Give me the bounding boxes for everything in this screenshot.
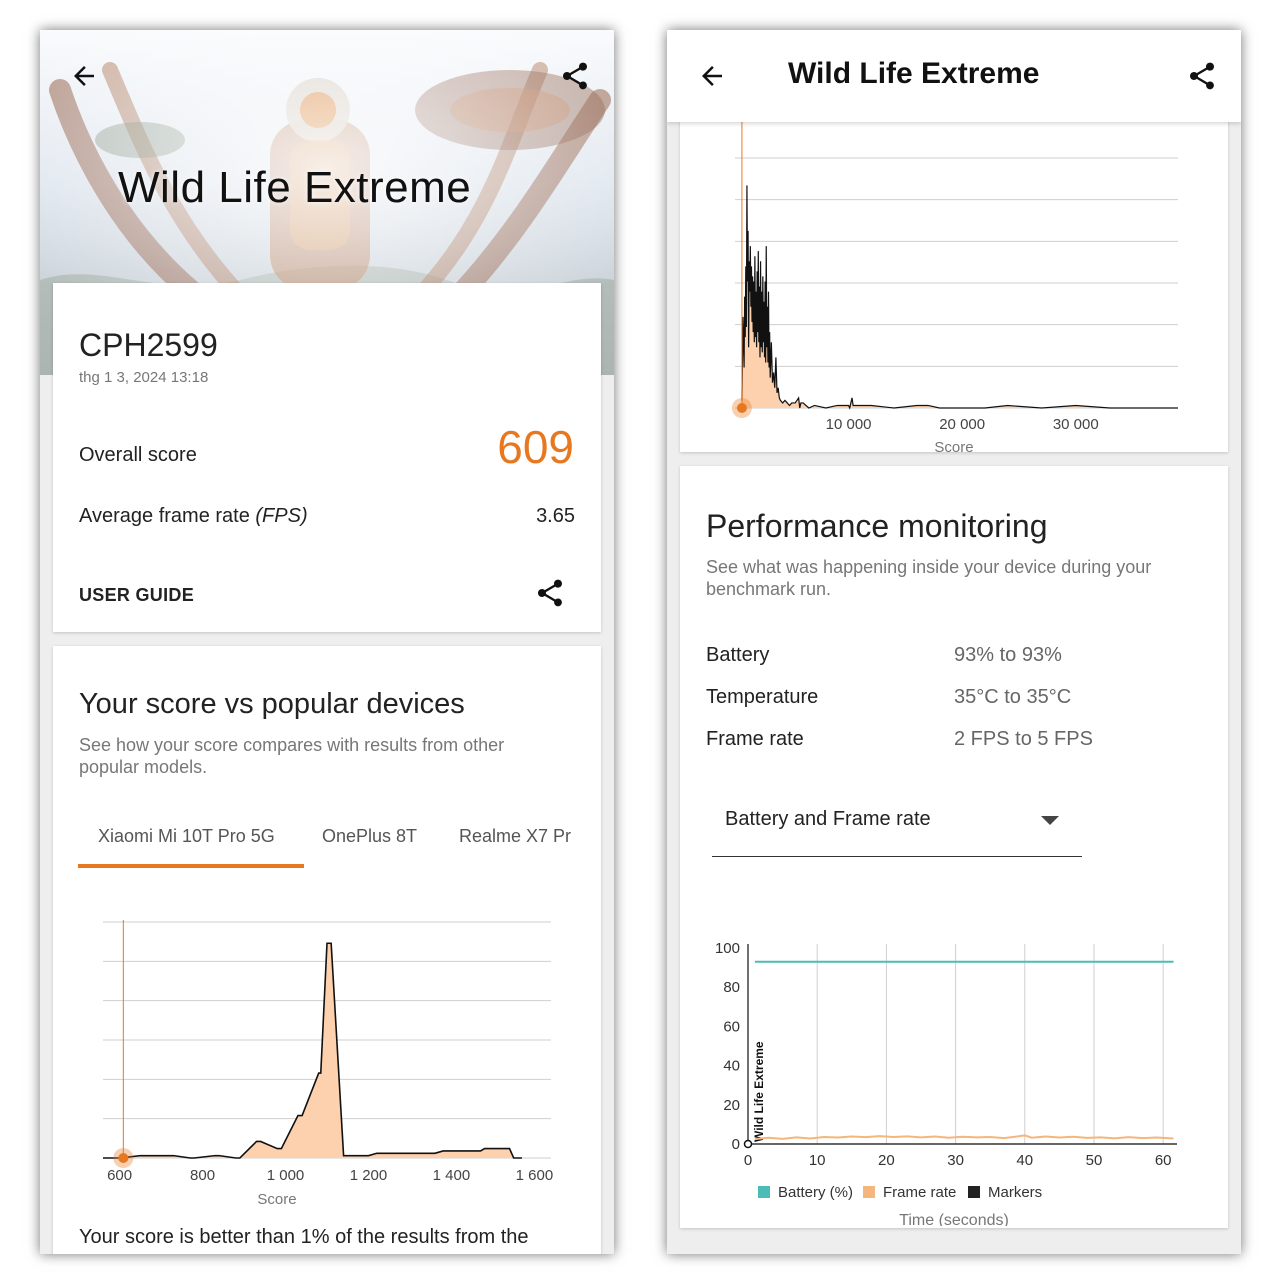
legend-label: Frame rate [883, 1184, 956, 1201]
x-tick-label: 1 400 [433, 1167, 471, 1184]
y-tick-label: 20 [723, 1097, 740, 1114]
compare-description: See how your score compares with results… [79, 735, 505, 777]
right-screen: Wild Life Extreme 10 000 20 000 30 000 Scor… [667, 30, 1241, 1254]
user-guide-link[interactable]: USER GUIDE [79, 585, 194, 606]
back-arrow-icon [74, 66, 94, 86]
share-icon [1190, 62, 1214, 90]
battery-label: Battery [706, 644, 770, 666]
legend-swatch [968, 1186, 980, 1198]
overall-score-value: 609 [497, 421, 574, 473]
dropdown-value: Battery and Frame rate [725, 808, 931, 830]
avg-fps-label: Average frame rate (FPS) [79, 505, 308, 528]
x-tick-label: 600 [107, 1167, 132, 1184]
hero-title: Wild Life Extreme [118, 163, 472, 212]
frame-rate-value: 2 FPS to 5 FPS [954, 728, 1093, 750]
x-axis-label: Time (seconds) [899, 1212, 1009, 1226]
distribution-area [103, 943, 522, 1158]
chart-type-dropdown[interactable]: Battery and Frame rate [712, 796, 1082, 857]
x-tick-label: 1 200 [350, 1167, 388, 1184]
start-marker [743, 1139, 753, 1149]
histogram-line [741, 185, 1178, 410]
tab-oneplus-8t[interactable]: OnePlus 8T [322, 826, 417, 847]
score-card: CPH2599 thg 1 3, 2024 13:18 Overall scor… [53, 283, 601, 632]
x-tick-label: 20 [878, 1152, 895, 1169]
x-tick-label: 10 000 [826, 416, 872, 433]
app-bar-title: Wild Life Extreme [788, 57, 1040, 90]
histogram-area [741, 185, 1178, 408]
score-distribution-chart: 600 800 1 000 1 200 1 400 1 600 Score [103, 920, 554, 1208]
compare-title: Your score vs popular devices [79, 688, 465, 720]
y-tick-label: 40 [723, 1058, 740, 1075]
back-arrow-icon [702, 66, 722, 86]
share-icon [563, 62, 587, 90]
battery-value: 93% to 93% [954, 644, 1062, 666]
tab-realme-x7-pro[interactable]: Realme X7 Pr [459, 826, 571, 847]
x-tick-label: 1 600 [516, 1167, 554, 1184]
x-tick-label: 1 000 [267, 1167, 305, 1184]
y-tick-label: 80 [723, 979, 740, 996]
frame-rate-label: Frame rate [706, 728, 804, 750]
back-button[interactable] [60, 52, 108, 100]
x-tick-label: 0 [744, 1152, 752, 1169]
x-tick-label: 30 000 [1053, 416, 1099, 433]
score-histogram-chart: 10 000 20 000 30 000 Score [731, 106, 1178, 456]
overall-score-label: Overall score [79, 444, 197, 466]
fps-unit: (FPS) [255, 505, 308, 527]
x-tick-label: 20 000 [939, 416, 985, 433]
avg-fps-text: Average frame rate [79, 505, 256, 527]
performance-description: See what was happening inside your devic… [706, 557, 1152, 599]
legend-label: Battery (%) [778, 1184, 853, 1201]
share-button[interactable] [1178, 52, 1226, 100]
x-tick-label: 40 [1016, 1152, 1033, 1169]
device-tabs: Xiaomi Mi 10T Pro 5G OnePlus 8T Realme X… [53, 816, 601, 876]
your-score-marker [118, 1153, 129, 1163]
tab-xiaomi-mi-10t-pro[interactable]: Xiaomi Mi 10T Pro 5G [98, 826, 275, 847]
score-histogram-card: 10 000 20 000 30 000 Score [680, 90, 1228, 456]
benchmark-marker-label: Wild Life Extreme [752, 1041, 766, 1142]
temperature-label: Temperature [706, 686, 819, 708]
temperature-value: 35°C to 35°C [954, 686, 1072, 708]
y-tick-label: 0 [732, 1136, 740, 1153]
x-tick-label: 50 [1086, 1152, 1103, 1169]
run-date: thg 1 3, 2024 13:18 [79, 369, 209, 386]
performance-chart: 0 10 20 30 40 50 60 0 20 40 60 80 100 Wild Life Extre… [715, 940, 1177, 1226]
y-tick-label: 60 [723, 1018, 740, 1035]
frame-rate-line [754, 1134, 1174, 1141]
share-button[interactable] [551, 52, 599, 100]
top-app-bar: Wild Life Extreme [667, 30, 1241, 122]
compare-footer-text: Your score is better than 1% of the resu… [79, 1226, 529, 1254]
performance-card: Performance monitoring See what was happ… [680, 466, 1228, 1228]
legend-swatch [758, 1186, 770, 1198]
share-icon [538, 579, 562, 607]
compare-card: Your score vs popular devices See how yo… [53, 646, 601, 1254]
x-tick-label: 60 [1155, 1152, 1172, 1169]
x-tick-label: 800 [190, 1167, 215, 1184]
y-tick-label: 100 [715, 940, 740, 957]
dropdown-caret-icon [1041, 816, 1059, 825]
device-name: CPH2599 [79, 327, 218, 363]
card-share-button[interactable] [526, 569, 574, 617]
x-tick-label: 30 [947, 1152, 964, 1169]
avg-fps-value: 3.65 [536, 505, 575, 527]
legend-swatch [863, 1186, 875, 1198]
x-tick-label: 10 [809, 1152, 826, 1169]
x-axis-label: Score [257, 1191, 296, 1208]
back-button[interactable] [688, 52, 736, 100]
legend-label: Markers [988, 1184, 1042, 1201]
left-screen: Wild Life Extreme CPH2599 thg 1 3, 2024 … [40, 30, 614, 1254]
x-axis-label: Score [934, 439, 973, 452]
performance-title: Performance monitoring [706, 508, 1048, 544]
active-tab-indicator [78, 864, 304, 868]
your-score-marker [736, 403, 747, 413]
